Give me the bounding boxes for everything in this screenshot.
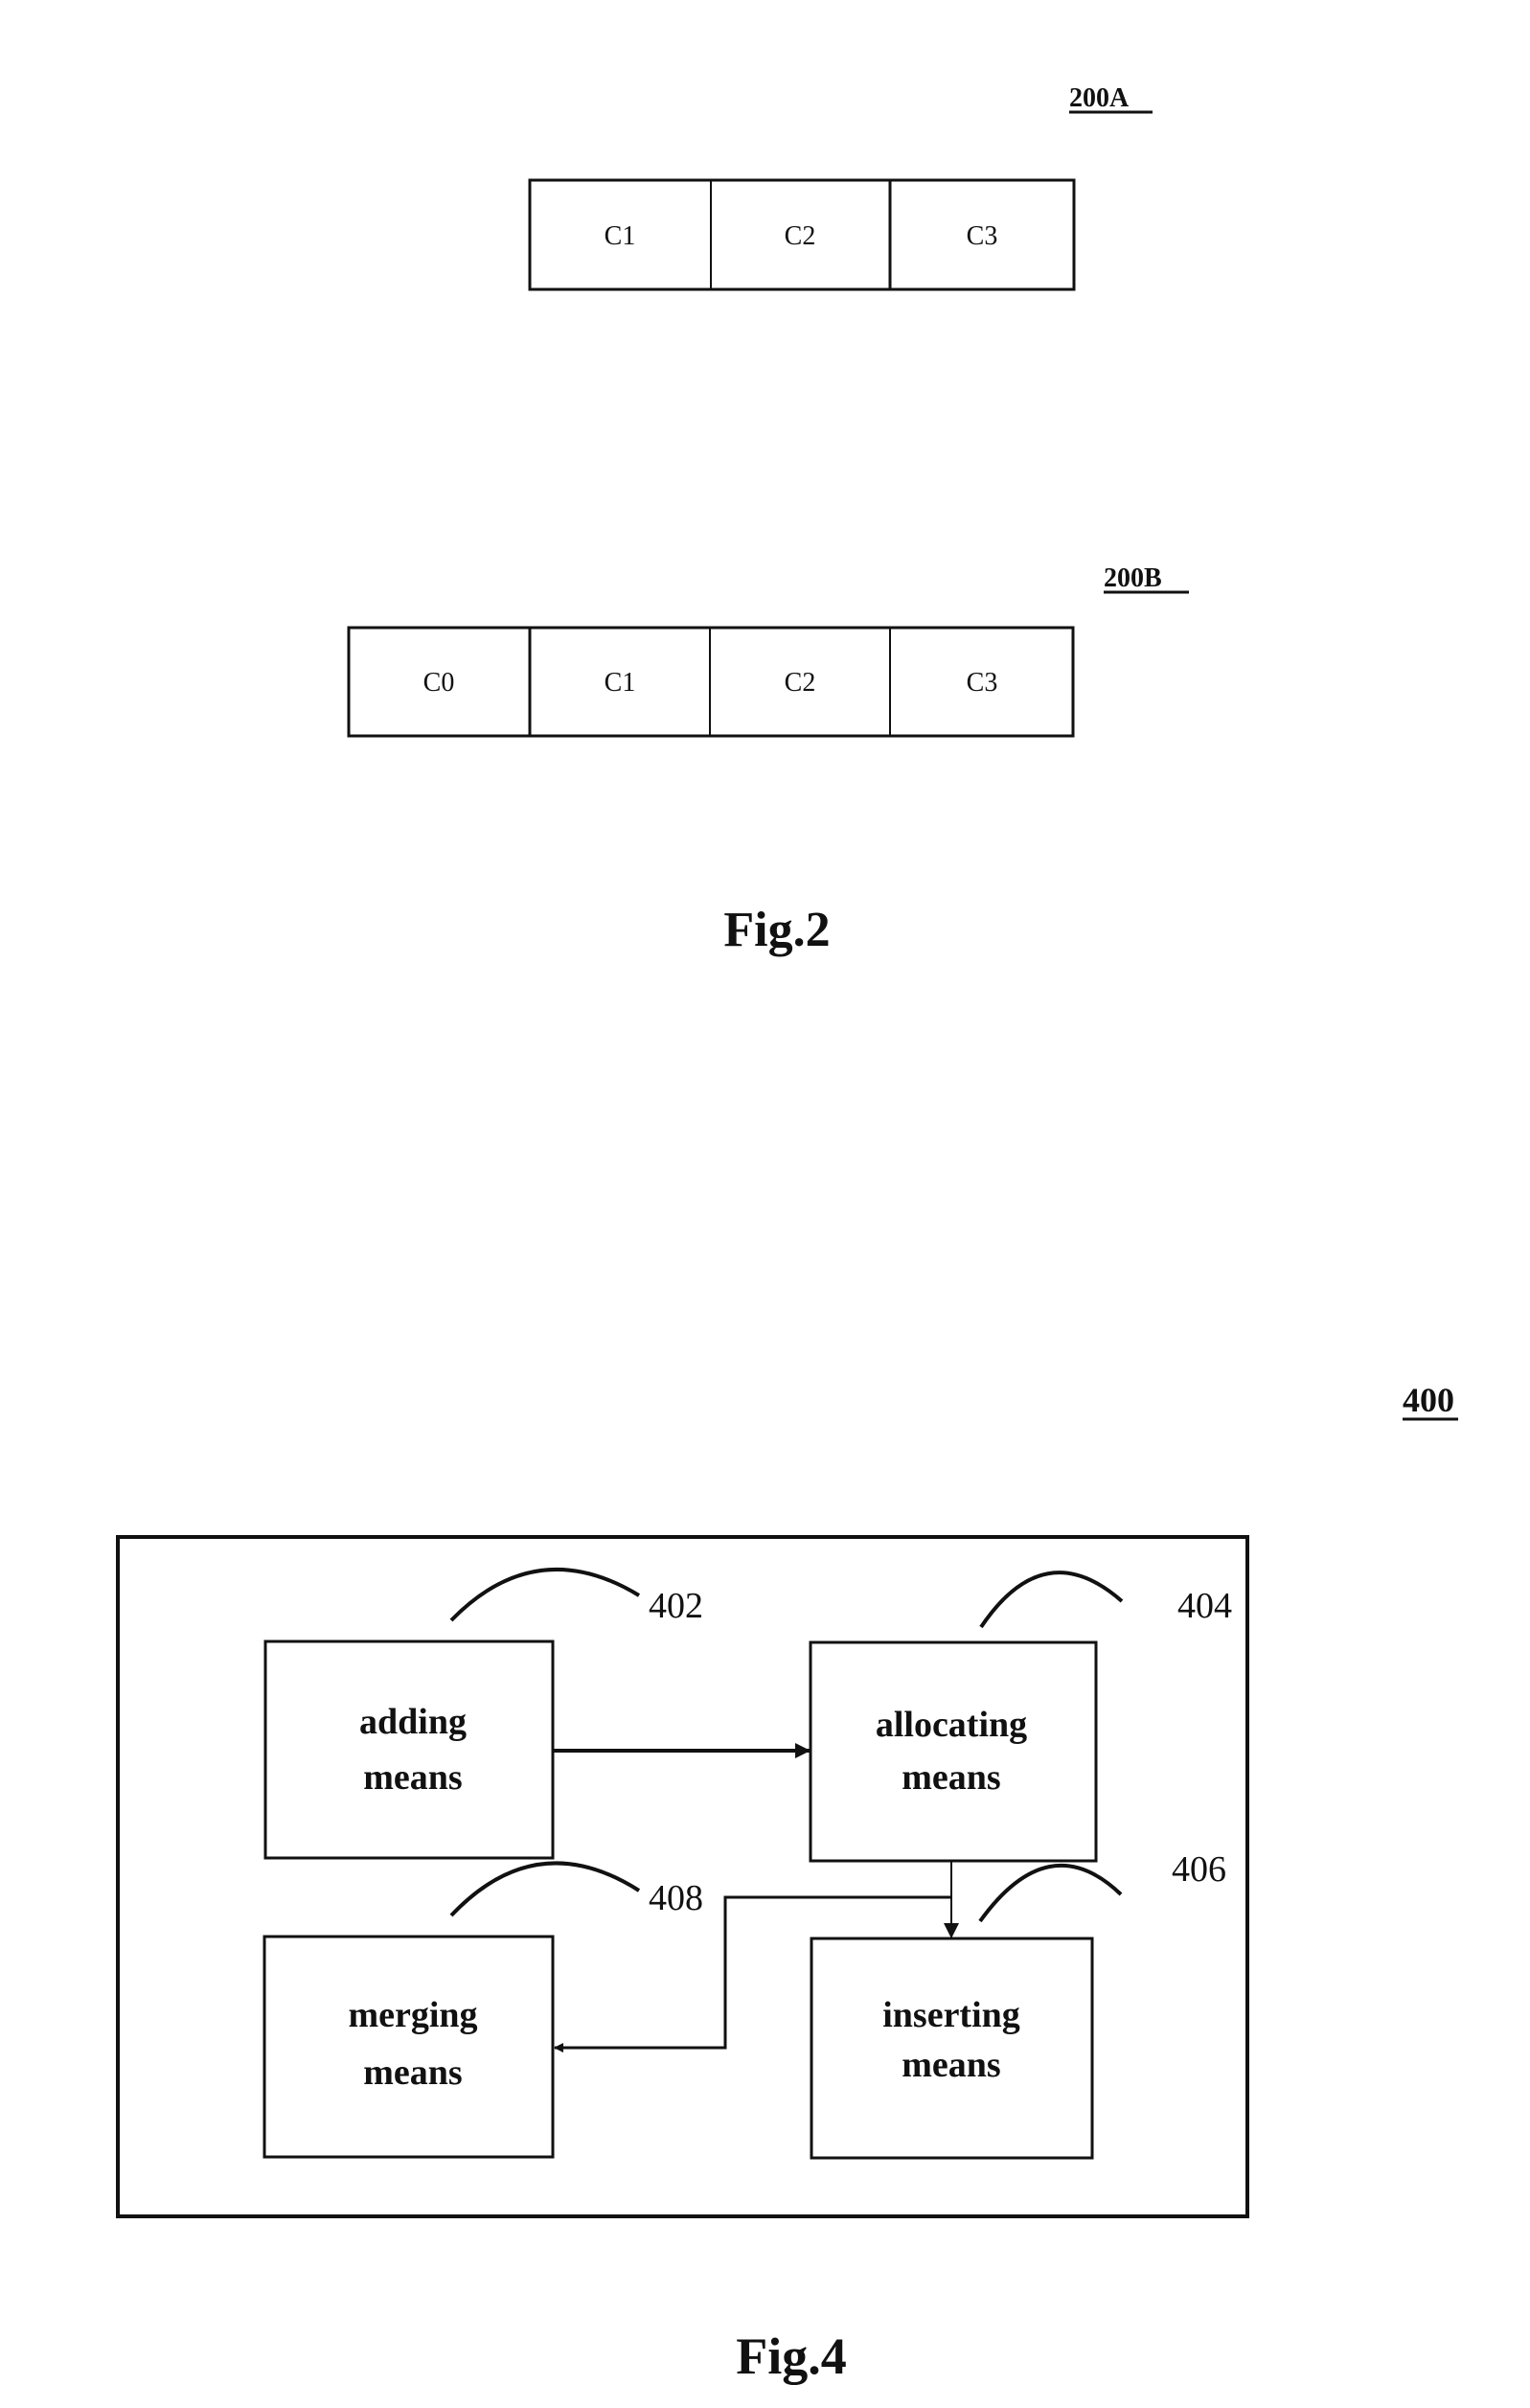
block-allocating-means: 404 allocating means	[809, 1571, 1232, 1863]
block-allocating-frame	[809, 1640, 1098, 1863]
structure-200b-cell: C2	[785, 668, 816, 698]
structure-200a-cell: C2	[785, 221, 816, 251]
patent-drawing-sheet: 200A C1 C2 C3 200B C0 C1 C2 C3 Fig.2 400	[116, 83, 1458, 2385]
block-inserting-means: 406 inserting means	[810, 1849, 1226, 2160]
structure-200a-label: 200A	[1069, 83, 1130, 113]
block-allocating-label-line2: means	[902, 1757, 1000, 1798]
apparatus-400-frame	[116, 1535, 1249, 2218]
block-adding-ref: 402	[649, 1586, 703, 1626]
structure-200b-cell: C0	[423, 668, 455, 698]
leader-404-curve	[979, 1571, 1124, 1629]
apparatus-400-label: 400	[1403, 1381, 1454, 1419]
block-merging-means: 408 merging means	[263, 1861, 703, 2159]
leader-402-curve	[449, 1567, 641, 1622]
structure-200b-label: 200B	[1104, 563, 1162, 593]
block-allocating-ref: 404	[1177, 1586, 1232, 1626]
leader-408-curve	[449, 1861, 641, 1917]
block-adding-means: 402 adding means	[263, 1567, 703, 1860]
structure-200b-cell: C1	[605, 668, 636, 698]
fig4: 400 402 adding means 404 allocating mean…	[116, 1381, 1458, 2385]
block-adding-label-line1: adding	[359, 1702, 467, 1742]
block-merging-frame	[263, 1935, 555, 2159]
block-allocating-label-line1: allocating	[876, 1705, 1027, 1745]
structure-200a: 200A C1 C2 C3	[528, 83, 1153, 291]
structure-200a-cell: C1	[605, 221, 636, 251]
leader-406-curve	[978, 1863, 1123, 1923]
fig4-caption: Fig.4	[736, 2328, 847, 2385]
block-inserting-ref: 406	[1172, 1849, 1226, 1890]
fig2: 200A C1 C2 C3 200B C0 C1 C2 C3 Fig.2	[347, 83, 1189, 957]
block-adding-label-line2: means	[363, 1757, 462, 1798]
block-adding-frame	[263, 1640, 555, 1860]
block-merging-label-line2: means	[363, 2053, 462, 2093]
block-inserting-label-line2: means	[902, 2045, 1000, 2085]
block-merging-ref: 408	[649, 1878, 703, 1918]
fig2-caption: Fig.2	[723, 903, 830, 957]
block-inserting-label-line1: inserting	[882, 1995, 1020, 2035]
structure-200b: 200B C0 C1 C2 C3	[347, 563, 1189, 738]
block-merging-label-line1: merging	[348, 1995, 477, 2035]
structure-200a-cell: C3	[967, 221, 998, 251]
structure-200b-cell: C3	[967, 668, 998, 698]
